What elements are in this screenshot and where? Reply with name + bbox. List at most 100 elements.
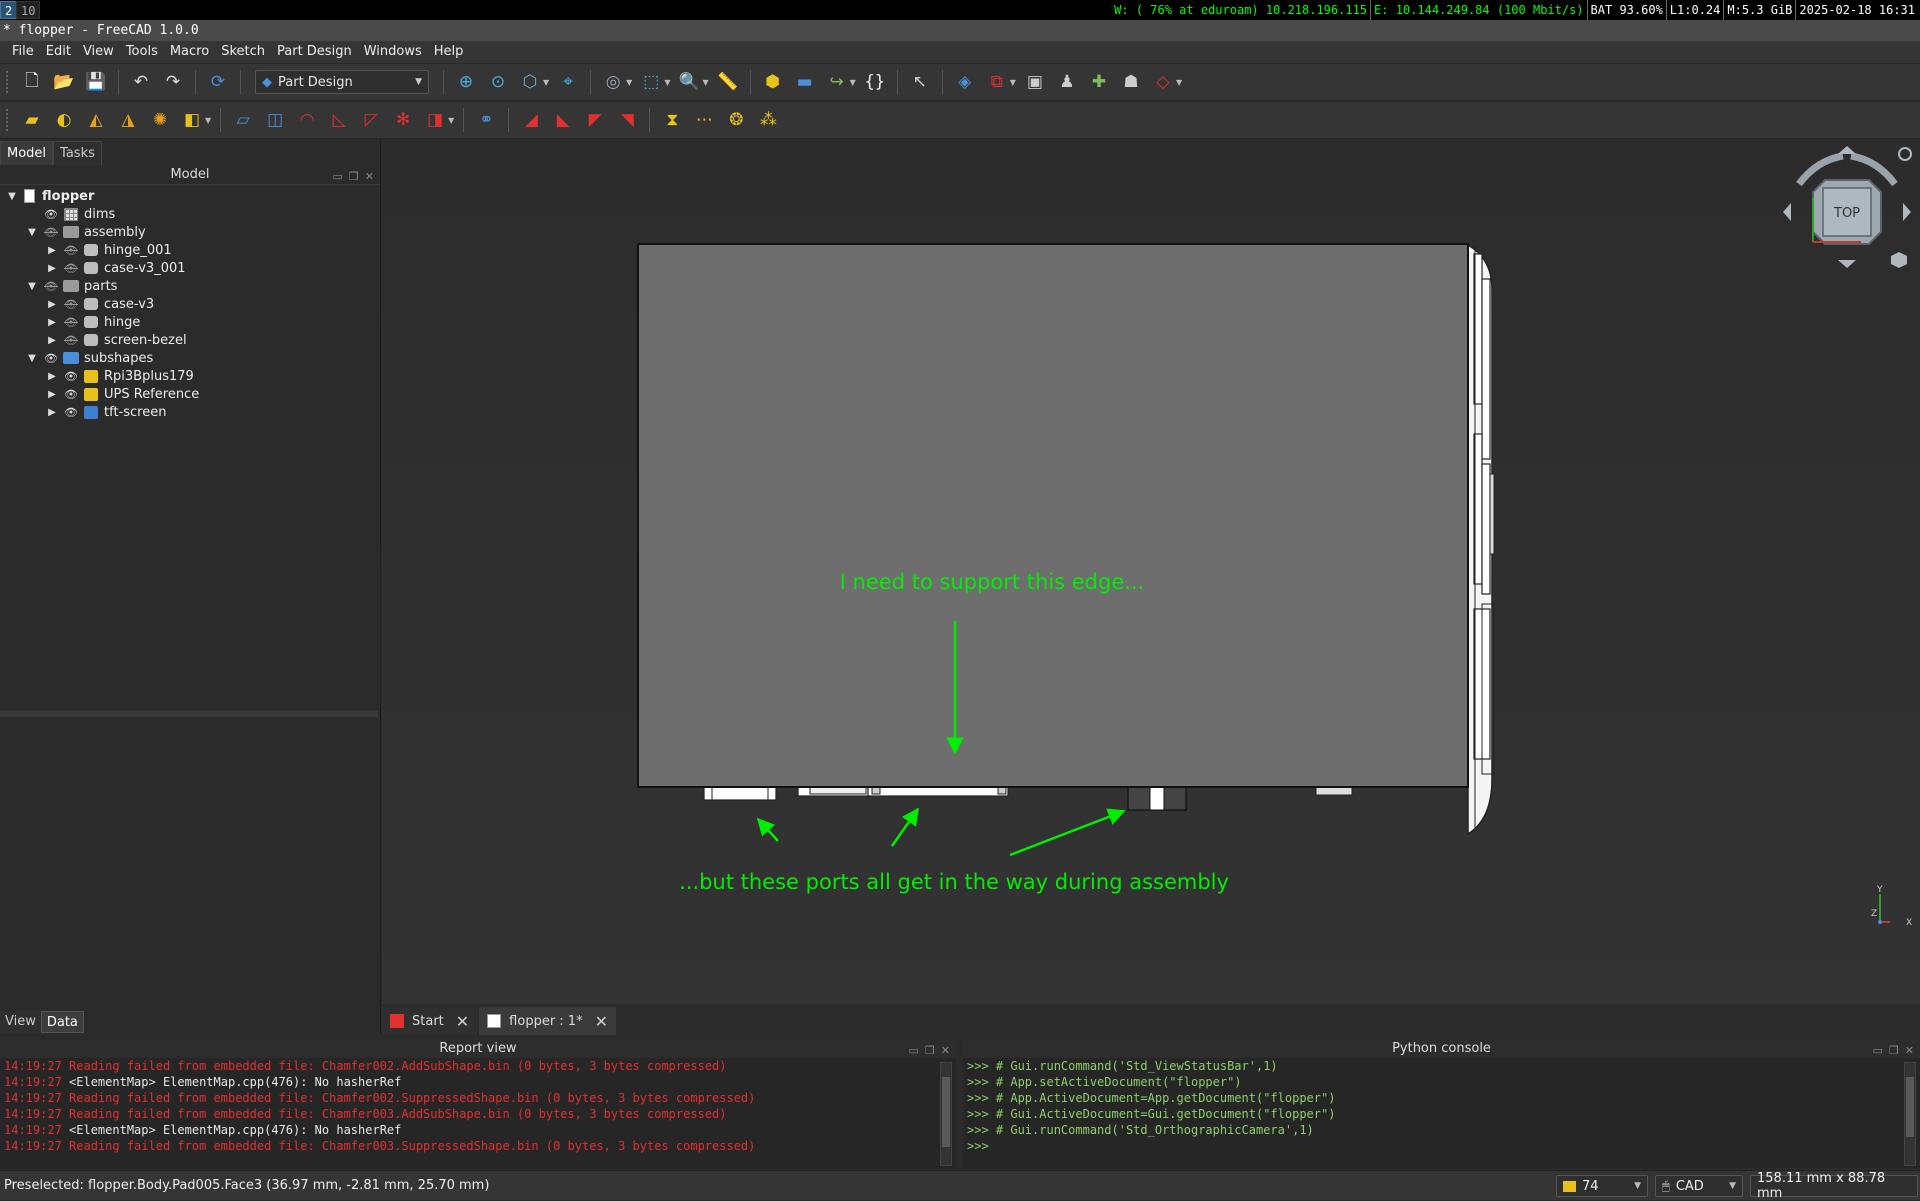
report-log[interactable]: 14:19:27 Reading failed from embedded fi… <box>4 1058 936 1168</box>
body-icon[interactable]: ◈ <box>952 69 978 95</box>
tree-item[interactable]: ▶ 👁 screen-bezel <box>46 331 186 349</box>
link-icon[interactable]: ↪ <box>824 69 850 95</box>
tab-tasks[interactable]: Tasks <box>53 141 102 165</box>
pocket-icon[interactable]: ▱ <box>230 107 256 133</box>
sketch-icon[interactable]: ⧉ <box>984 69 1010 95</box>
redo-icon[interactable]: ↷ <box>160 69 186 95</box>
mirrored-icon[interactable]: ⧗ <box>659 107 685 133</box>
tree-item[interactable]: ▶ 👁 hinge_001 <box>46 241 172 259</box>
subtractive-box-icon[interactable]: ◨ <box>422 107 448 133</box>
isometric-view-icon[interactable]: ⬡ <box>517 69 543 95</box>
pad-icon[interactable]: ▰ <box>19 107 45 133</box>
navigation-style-selector[interactable]: 🖱 CAD ▼ <box>1655 1175 1743 1197</box>
polar-pattern-icon[interactable]: ❂ <box>723 107 749 133</box>
menu-help[interactable]: Help <box>428 41 470 63</box>
revolution-icon[interactable]: ◐ <box>51 107 77 133</box>
expand-arrow-icon[interactable]: ▼ <box>26 281 38 292</box>
chamfer-icon[interactable]: ◣ <box>550 107 576 133</box>
expand-arrow-icon[interactable]: ▼ <box>26 353 38 364</box>
draft-icon[interactable]: ◤ <box>582 107 608 133</box>
expand-arrow-icon[interactable]: ▼ <box>26 227 38 238</box>
menu-sketch[interactable]: Sketch <box>215 41 271 63</box>
toolbar-grip[interactable] <box>6 109 10 131</box>
chevron-down-icon[interactable]: ▼ <box>205 116 211 125</box>
case-top-face[interactable] <box>637 243 1469 788</box>
collapse-arrow-icon[interactable]: ▶ <box>46 263 58 274</box>
clone-icon[interactable]: ♟ <box>1054 69 1080 95</box>
subtractive-pipe-icon[interactable]: ◸ <box>358 107 384 133</box>
counter-selector[interactable]: 74 ▼ <box>1556 1175 1648 1197</box>
close-icon[interactable]: ✕ <box>365 167 374 187</box>
close-icon[interactable]: ✕ <box>941 1042 950 1060</box>
chevron-down-icon[interactable]: ▼ <box>1176 78 1182 87</box>
hidden-eye-icon[interactable]: 👁 <box>62 244 80 257</box>
tree-item[interactable]: ▼ 👁 assembly <box>26 223 146 241</box>
tree-item[interactable]: ▼ 👁 parts <box>26 277 117 295</box>
draw-style-icon[interactable]: ◎ <box>600 69 626 95</box>
group-icon[interactable]: ▬ <box>792 69 818 95</box>
thickness-icon[interactable]: ◥ <box>614 107 640 133</box>
open-document-icon[interactable]: 📂 <box>51 69 77 95</box>
subtractive-loft-icon[interactable]: ◺ <box>326 107 352 133</box>
collapse-arrow-icon[interactable]: ▶ <box>46 335 58 346</box>
tab-data[interactable]: Data <box>40 1011 84 1033</box>
boolean-icon[interactable]: ⚭ <box>473 107 499 133</box>
tree-item[interactable]: 👁 dims <box>26 205 115 223</box>
chevron-down-icon[interactable]: ▼ <box>1010 78 1016 87</box>
fit-all-icon[interactable]: ⊕ <box>453 69 479 95</box>
fillet-icon[interactable]: ◢ <box>518 107 544 133</box>
validate-sketch-icon[interactable]: ▣ <box>1022 69 1048 95</box>
menu-windows[interactable]: Windows <box>358 41 428 63</box>
workspace-button[interactable]: 2 <box>0 1 18 19</box>
tab-model[interactable]: Model <box>0 141 54 165</box>
save-icon[interactable]: 💾 <box>83 69 109 95</box>
new-document-icon[interactable]: 🗋 <box>19 69 45 95</box>
multi-transform-icon[interactable]: ⁂ <box>755 107 781 133</box>
hidden-eye-icon[interactable]: 👁 <box>42 226 60 239</box>
part-icon[interactable]: ⬢ <box>760 69 786 95</box>
fit-selection-icon[interactable]: ⊙ <box>485 69 511 95</box>
workspace-button[interactable]: 10 <box>16 1 41 19</box>
groove-icon[interactable]: ◠ <box>294 107 320 133</box>
chevron-down-icon[interactable]: ▼ <box>448 116 454 125</box>
chevron-down-icon[interactable]: ▼ <box>626 78 632 87</box>
tree-item[interactable]: ▼ 👁 subshapes <box>26 349 153 367</box>
subtractive-helix-icon[interactable]: ✻ <box>390 107 416 133</box>
bounding-box-icon[interactable]: ⬚ <box>638 69 664 95</box>
zoom-icon[interactable]: 🔍 <box>676 69 702 95</box>
menu-macro[interactable]: Macro <box>164 41 215 63</box>
collapse-arrow-icon[interactable]: ▶ <box>46 389 58 400</box>
tree-item[interactable]: ▶ 👁 UPS Reference <box>46 385 199 403</box>
scrollbar[interactable] <box>1904 1062 1916 1166</box>
collapse-arrow-icon[interactable]: ▶ <box>46 299 58 310</box>
chevron-down-icon[interactable]: ▼ <box>543 78 549 87</box>
hidden-eye-icon[interactable]: 👁 <box>62 298 80 311</box>
tree-item[interactable]: ▼ flopper <box>6 187 94 205</box>
datum-plane-icon[interactable]: ◇ <box>1150 69 1176 95</box>
tree-item[interactable]: ▶ 👁 case-v3_001 <box>46 259 185 277</box>
close-icon[interactable]: ✕ <box>1905 1042 1914 1060</box>
menu-file[interactable]: File <box>6 41 40 63</box>
menu-edit[interactable]: Edit <box>40 41 77 63</box>
collapse-arrow-icon[interactable]: ▶ <box>46 407 58 418</box>
close-icon[interactable]: ✕ <box>456 1012 469 1031</box>
collapse-arrow-icon[interactable]: ▶ <box>46 317 58 328</box>
tree-item[interactable]: ▶ 👁 case-v3 <box>46 295 154 313</box>
tab-start[interactable]: Start ✕ <box>382 1007 478 1035</box>
dock-float-icon[interactable]: ❐ <box>349 167 359 187</box>
tree-item[interactable]: ▶ 👁 tft-screen <box>46 403 166 421</box>
chevron-down-icon[interactable]: ▼ <box>664 78 670 87</box>
additive-loft-icon[interactable]: ◭ <box>83 107 109 133</box>
visible-eye-icon[interactable]: 👁 <box>62 406 80 419</box>
menu-part-design[interactable]: Part Design <box>271 41 358 63</box>
visible-eye-icon[interactable]: 👁 <box>42 208 60 221</box>
hidden-eye-icon[interactable]: 👁 <box>62 334 80 347</box>
hidden-eye-icon[interactable]: 👁 <box>62 316 80 329</box>
measure-icon[interactable]: 📏 <box>715 69 741 95</box>
scrollbar[interactable] <box>940 1062 952 1166</box>
workbench-selector[interactable]: ◆ Part Design ▼ <box>255 70 429 94</box>
tree-item[interactable]: ▶ 👁 Rpi3Bplus179 <box>46 367 194 385</box>
additive-box-icon[interactable]: ◧ <box>179 107 205 133</box>
tab-view[interactable]: View <box>0 1011 41 1033</box>
close-icon[interactable]: ✕ <box>595 1012 608 1031</box>
